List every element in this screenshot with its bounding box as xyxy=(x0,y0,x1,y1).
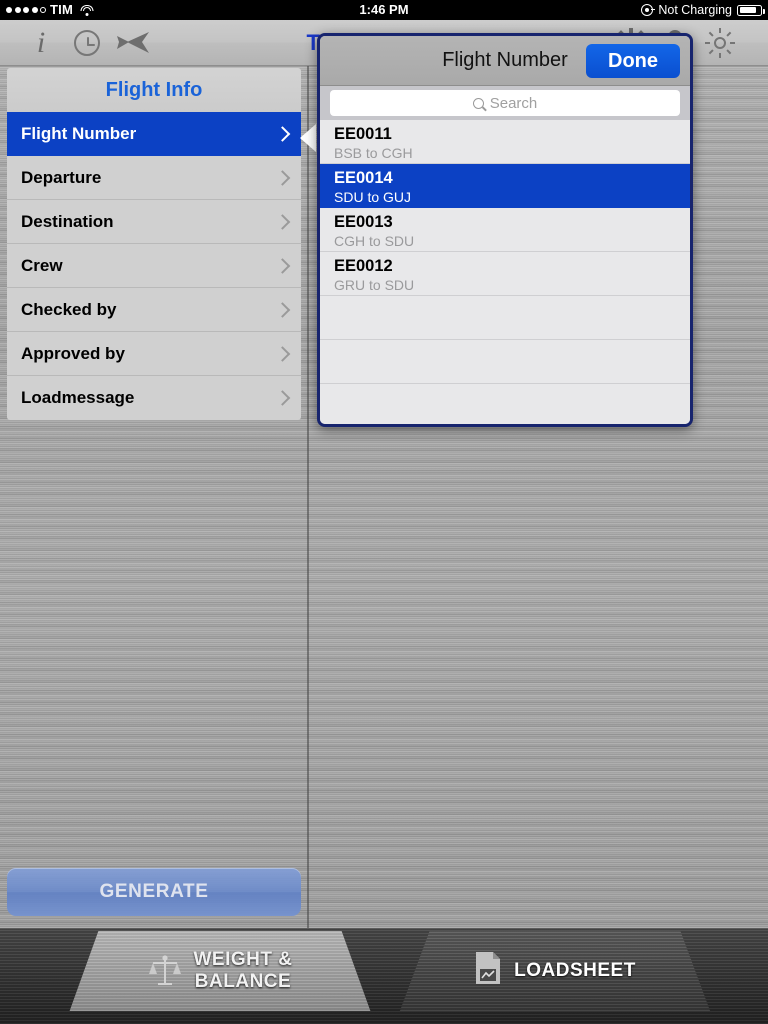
flight-list-item[interactable]: EE0012 GRU to SDU xyxy=(320,252,690,296)
flight-info-pane: Flight Info Flight Number Departure Destin… xyxy=(0,66,308,928)
sidebar-item-approved-by[interactable]: Approved by xyxy=(7,332,301,376)
chevron-right-icon xyxy=(274,257,291,274)
document-chart-icon xyxy=(474,951,502,991)
flight-code: EE0014 xyxy=(334,168,393,187)
flight-info-list: Flight Number Departure Destination Crew Che… xyxy=(7,112,301,420)
sidebar-item-checked-by[interactable]: Checked by xyxy=(7,288,301,332)
flight-route: GRU to SDU xyxy=(334,276,415,293)
chevron-right-icon xyxy=(274,169,291,186)
flight-list-empty-row xyxy=(320,296,690,340)
status-bar: TIM 1:46 PM Not Charging xyxy=(0,0,768,20)
bottom-tab-bar: WEIGHT & BALANCE LOADSHEET xyxy=(0,928,768,1024)
flight-info-header: Flight Info xyxy=(7,68,301,112)
sidebar-item-label: Approved by xyxy=(21,343,125,363)
flight-list-item[interactable]: EE0011 BSB to CGH xyxy=(320,120,690,164)
tab-loadsheet[interactable]: LOADSHEET xyxy=(399,931,711,1011)
sidebar-item-loadmessage[interactable]: Loadmessage xyxy=(7,376,301,420)
flight-route: CGH to SDU xyxy=(334,232,415,249)
chevron-right-icon xyxy=(274,345,291,362)
flight-list-item[interactable]: EE0014 SDU to GUJ xyxy=(320,164,690,208)
search-input[interactable]: Search xyxy=(330,90,680,116)
flight-route: SDU to GUJ xyxy=(334,188,412,205)
sidebar-item-label: Destination xyxy=(21,211,114,231)
generate-button[interactable]: GENERATE xyxy=(7,868,301,916)
chevron-right-icon xyxy=(274,125,291,142)
chevron-right-icon xyxy=(274,213,291,230)
sidebar-item-label: Loadmessage xyxy=(21,388,135,407)
flight-list-item[interactable]: EE0013 CGH to SDU xyxy=(320,208,690,252)
search-icon xyxy=(472,97,484,109)
sidebar-item-departure[interactable]: Departure xyxy=(7,156,301,200)
sun-icon[interactable] xyxy=(702,20,738,66)
status-bar-right: Not Charging xyxy=(641,0,765,20)
flight-number-popover: Flight Number Done Search EE0011 BSB to C… xyxy=(317,33,693,427)
flight-list-empty-row xyxy=(320,340,690,384)
sidebar-item-label: Crew xyxy=(21,255,63,275)
tab-weight-and-balance[interactable]: WEIGHT & BALANCE xyxy=(69,931,371,1011)
done-button[interactable]: Done xyxy=(586,44,680,78)
flight-number-list: EE0011 BSB to CGH EE0014 SDU to GUJ EE0013 CG… xyxy=(320,120,690,424)
popover-search-bar: Search xyxy=(320,86,690,120)
popover-header: Flight Number Done xyxy=(320,36,690,86)
battery-icon xyxy=(737,4,765,16)
sidebar-item-label: Departure xyxy=(21,167,102,187)
sidebar-item-flight-number[interactable]: Flight Number xyxy=(7,112,301,156)
popover-title: Flight Number xyxy=(442,49,568,71)
sidebar-item-crew[interactable]: Crew xyxy=(7,244,301,288)
tab-label-weight-and-balance: WEIGHT & BALANCE xyxy=(193,949,293,992)
sidebar-item-destination[interactable]: Destination xyxy=(7,200,301,244)
sidebar-item-label: Flight Number xyxy=(21,123,137,143)
popover-arrow xyxy=(300,124,316,152)
pane-divider xyxy=(307,66,309,928)
plug-icon xyxy=(641,4,656,16)
search-placeholder: Search xyxy=(489,94,538,112)
chevron-right-icon xyxy=(274,390,291,406)
flight-route: BSB to CGH xyxy=(334,144,413,161)
charging-status-label: Not Charging xyxy=(658,3,732,17)
scales-icon xyxy=(148,954,182,988)
tab-label-loadsheet: LOADSHEET xyxy=(514,960,636,981)
flight-code: EE0012 xyxy=(334,256,393,275)
flight-code: EE0013 xyxy=(334,212,393,231)
flight-list-empty-row xyxy=(320,384,690,424)
chevron-right-icon xyxy=(274,301,291,318)
flight-code: EE0011 xyxy=(334,124,392,143)
sidebar-item-label: Checked by xyxy=(21,299,117,319)
